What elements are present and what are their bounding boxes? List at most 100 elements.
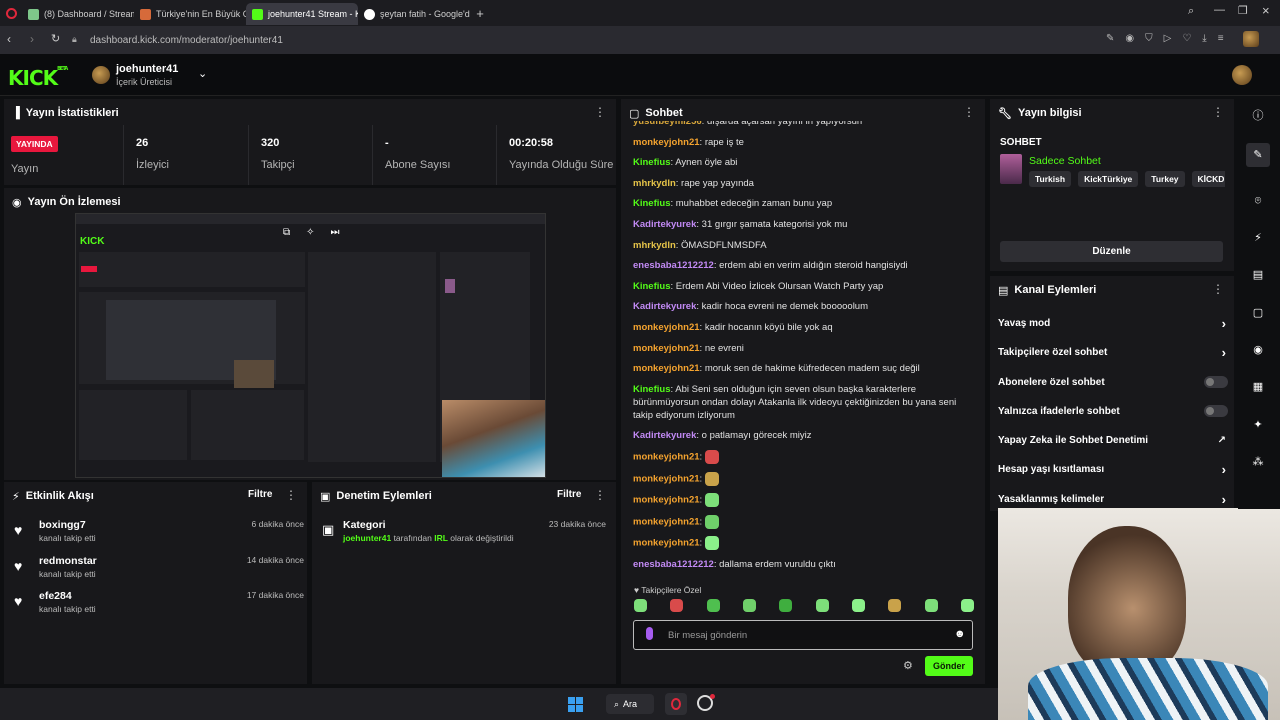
play-icon[interactable]: ▷ xyxy=(1164,33,1172,44)
document-icon[interactable]: ▤ xyxy=(1250,267,1266,283)
chat-username[interactable]: Kadirtekyurek xyxy=(633,301,696,312)
chat-menu-icon[interactable]: ⋮ xyxy=(963,106,975,118)
reload-icon[interactable]: ↻ xyxy=(51,32,60,45)
camera-icon[interactable]: ◉ xyxy=(1125,33,1134,44)
browser-tab[interactable]: şeytan fatih - Google'da A xyxy=(358,3,470,25)
edit-button[interactable]: Düzenle xyxy=(1000,241,1223,262)
taskbar-opera[interactable] xyxy=(665,693,687,715)
wrench-icon[interactable]: ✦ xyxy=(1250,417,1266,433)
moderation-filter-button[interactable]: Filtre xyxy=(557,489,581,500)
opera-icon[interactable] xyxy=(0,2,22,24)
edit-icon[interactable]: ✎ xyxy=(1106,33,1114,44)
chat-username[interactable]: Kinefius xyxy=(633,384,670,395)
account-age-action[interactable]: Hesap yaşı kısıtlaması › xyxy=(998,459,1226,479)
menu-icon[interactable]: ≡ xyxy=(1218,33,1224,44)
chat-username[interactable]: enesbaba1212212 xyxy=(633,260,714,271)
chat-username[interactable]: monkeyjohn21 xyxy=(633,451,700,462)
activity-filter-button[interactable]: Filtre xyxy=(248,489,272,500)
chat-username[interactable]: enesbaba1212212 xyxy=(633,559,714,570)
skip-icon[interactable]: ⏭ xyxy=(331,227,340,238)
focus-icon[interactable]: ⌾ xyxy=(1250,193,1266,209)
shield-icon[interactable]: ⛉ xyxy=(1145,33,1153,44)
chat-settings-icon[interactable]: ⚙ xyxy=(903,659,913,672)
chat-username[interactable]: mhrkydln xyxy=(633,240,676,251)
ai-moderation-action[interactable]: Yapay Zeka ile Sohbet Denetimi ↗ xyxy=(998,430,1226,450)
info-icon[interactable]: ⓘ xyxy=(1250,108,1266,124)
emote-button[interactable] xyxy=(706,599,720,612)
windows-start-icon[interactable] xyxy=(568,697,583,712)
chat-input[interactable]: Bir mesaj gönderin ☻ xyxy=(633,620,973,650)
chat-username[interactable]: monkeyjohn21 xyxy=(633,495,700,506)
popout-icon[interactable]: ⧉ xyxy=(283,227,290,238)
close-window-icon[interactable]: × xyxy=(1262,3,1270,18)
layout-icon[interactable]: ▦ xyxy=(1250,379,1266,395)
taskbar-search[interactable]: ⌕ Ara xyxy=(606,694,654,714)
chat-username[interactable]: Kadirtekyurek xyxy=(633,430,696,441)
emote-button[interactable] xyxy=(815,599,829,612)
emote-button[interactable] xyxy=(851,599,865,612)
emote-button[interactable] xyxy=(779,599,793,612)
url-field[interactable]: 🔒︎ dashboard.kick.com/moderator/joehunte… xyxy=(70,30,1260,50)
emote-button[interactable] xyxy=(670,599,684,612)
chat-username[interactable]: monkeyjohn21 xyxy=(633,516,700,527)
search-tabs-icon[interactable]: ⌕ xyxy=(1188,5,1194,18)
heart-icon[interactable]: ♡ xyxy=(1182,33,1191,44)
activity-menu-icon[interactable]: ⋮ xyxy=(285,489,297,501)
maximize-icon[interactable]: ❐ xyxy=(1238,4,1248,17)
tag[interactable]: KİCKDEYİZ xyxy=(1191,171,1225,187)
chat-message: Kadirtekyurek: o patlamayı görecek miyiz xyxy=(633,429,976,442)
subscribers-chat-toggle[interactable] xyxy=(1204,376,1228,388)
forward-icon[interactable]: › xyxy=(30,32,34,46)
back-icon[interactable]: ‹ xyxy=(7,32,11,46)
tag[interactable]: Turkish xyxy=(1029,171,1072,187)
stream-preview-video[interactable]: KICK ⧉ ✧ ⏭ xyxy=(75,213,546,478)
emote-button[interactable] xyxy=(742,599,756,612)
chat-username[interactable]: monkeyjohn21 xyxy=(633,137,700,148)
browser-tab[interactable]: (8) Dashboard / Streamlab xyxy=(22,3,134,25)
chat-username[interactable]: Kinefius xyxy=(633,157,670,168)
chat-username[interactable]: monkeyjohn21 xyxy=(633,538,700,549)
emoji-icon[interactable]: ☻ xyxy=(954,628,966,640)
profile-avatar[interactable] xyxy=(1243,31,1259,47)
chat-username[interactable]: monkeyjohn21 xyxy=(633,473,700,484)
chat-icon[interactable]: ▢ xyxy=(1250,305,1266,321)
browser-tab-active[interactable]: joehunter41 Stream - Kick× xyxy=(246,3,358,25)
microphone-icon[interactable] xyxy=(646,627,653,640)
slow-mode-action[interactable]: Yavaş mod › xyxy=(998,313,1226,333)
chat-username[interactable]: Kinefius xyxy=(633,281,670,292)
chat-username[interactable]: monkeyjohn21 xyxy=(633,363,700,374)
chat-username[interactable]: yusufbeyml256 xyxy=(633,121,702,127)
new-tab-icon[interactable]: + xyxy=(470,6,490,21)
channel-actions-menu-icon[interactable]: ⋮ xyxy=(1212,283,1224,295)
stream-info-menu-icon[interactable]: ⋮ xyxy=(1212,106,1224,118)
emote-button[interactable] xyxy=(924,599,938,612)
pen-icon[interactable]: ✎ xyxy=(1246,143,1270,167)
moderation-menu-icon[interactable]: ⋮ xyxy=(594,489,606,501)
chat-username[interactable]: monkeyjohn21 xyxy=(633,322,700,333)
tag[interactable]: Turkey xyxy=(1145,171,1185,187)
chat-username[interactable]: Kadirtekyurek xyxy=(633,219,696,230)
stats-menu-icon[interactable]: ⋮ xyxy=(594,106,606,118)
emotes-chat-toggle[interactable] xyxy=(1204,405,1228,417)
followers-chat-action[interactable]: Takipçilere özel sohbet › xyxy=(998,342,1226,362)
send-button[interactable]: Gönder xyxy=(925,656,973,676)
download-icon[interactable]: ⤓ xyxy=(1202,33,1206,44)
channel-switch-chevron-icon[interactable]: ⌄ xyxy=(198,67,207,80)
emote-button[interactable] xyxy=(888,599,902,612)
emote-button[interactable] xyxy=(634,599,647,612)
browser-tab[interactable]: Türkiye'nin En Büyük Oyu xyxy=(134,3,246,25)
chat-username[interactable]: mhrkydln xyxy=(633,178,676,189)
user-avatar[interactable] xyxy=(1232,65,1252,85)
broadcast-icon[interactable]: ◉ xyxy=(1250,342,1266,358)
bolt-icon[interactable]: ⚡︎ xyxy=(1250,230,1266,246)
minimize-icon[interactable]: — xyxy=(1214,4,1225,16)
kick-logo[interactable]: KICKBETA xyxy=(8,66,68,90)
emote-button[interactable] xyxy=(960,599,974,612)
tag[interactable]: KickTürkiye xyxy=(1078,171,1139,187)
chat-username[interactable]: Kinefius xyxy=(633,198,670,209)
nodes-icon[interactable]: ⁂ xyxy=(1250,454,1266,470)
sparkle-icon[interactable]: ✧ xyxy=(306,227,314,238)
chat-username[interactable]: monkeyjohn21 xyxy=(633,343,700,354)
banned-words-action[interactable]: Yasaklanmış kelimeler › xyxy=(998,489,1226,509)
stream-info-section: SOHBET xyxy=(1000,137,1042,148)
